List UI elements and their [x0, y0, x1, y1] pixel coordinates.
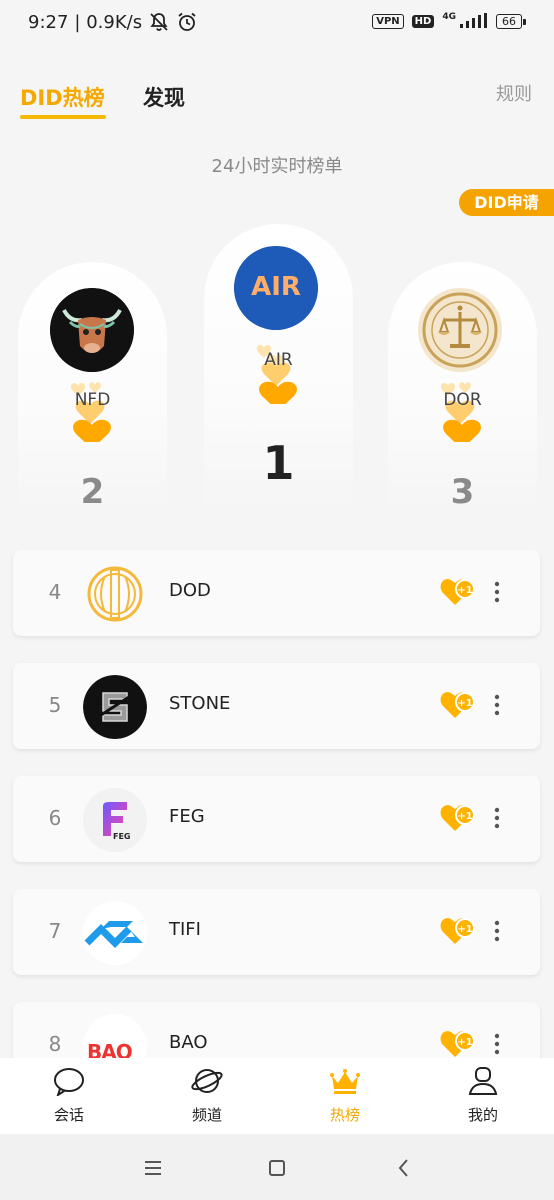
tab-discover[interactable]: 发现: [143, 82, 185, 112]
nav-label: 会话: [53, 1106, 84, 1124]
battery-indicator: 66: [496, 13, 526, 29]
did-apply-button[interactable]: DID申请: [459, 189, 554, 216]
list-name: TIFI: [169, 919, 201, 940]
nav-me[interactable]: 我的: [414, 1058, 552, 1134]
list-name: STONE: [169, 693, 231, 714]
status-time: 9:27: [28, 11, 69, 33]
more-options-icon[interactable]: [491, 806, 503, 830]
podium-third[interactable]: DOR 3: [388, 262, 537, 512]
svg-text:+1: +1: [457, 698, 472, 709]
bull-logo-icon: [50, 288, 134, 372]
logo-feg: FEG: [83, 788, 147, 852]
ranking-subtitle: 24小时实时榜单: [211, 156, 343, 177]
crown-icon: [330, 1069, 360, 1094]
more-options-icon[interactable]: [491, 580, 503, 604]
podium-name: AIR: [264, 350, 293, 370]
feg-logo-text: FEG: [113, 832, 131, 841]
bottom-nav: 会话 频道 热榜 我的: [0, 1058, 554, 1134]
like-plus-one-icon[interactable]: +1: [439, 687, 479, 723]
podium-second[interactable]: NFD 2: [18, 262, 167, 512]
scales-emblem-icon: [418, 288, 502, 372]
like-plus-one-icon[interactable]: +1: [439, 1026, 479, 1062]
signal-type: 4G: [442, 12, 456, 22]
feg-f-logo-icon: [83, 788, 147, 852]
coin-logo-icon: [87, 566, 143, 622]
avatar-air: AIR: [234, 246, 318, 330]
nav-label: 频道: [191, 1106, 222, 1124]
list-item-feg[interactable]: 6 FEG FEG +1: [13, 776, 540, 862]
svg-text:+1: +1: [457, 1037, 472, 1048]
like-plus-one-icon[interactable]: +1: [439, 913, 479, 949]
list-rank: 6: [48, 806, 62, 830]
signal-bars-icon: [460, 13, 487, 28]
avatar-nfd: [50, 288, 134, 372]
system-nav-bar: [0, 1134, 554, 1200]
list-item-tifi[interactable]: 7 TIFI +1: [13, 889, 540, 975]
svg-text:+1: +1: [457, 924, 472, 935]
mute-bell-icon: [150, 13, 168, 31]
more-options-icon[interactable]: [491, 693, 503, 717]
list-name: BAO: [169, 1032, 208, 1053]
logo-tifi: [83, 901, 147, 965]
podium-name: NFD: [74, 390, 111, 410]
tifi-logo-icon: [84, 921, 143, 948]
home-icon[interactable]: [263, 1154, 291, 1182]
nav-channel[interactable]: 频道: [138, 1058, 276, 1134]
svg-text:+1: +1: [457, 585, 472, 596]
network-speed: | 0.9K/s: [74, 11, 143, 33]
list-rank: 7: [48, 919, 62, 943]
list-item-dod[interactable]: 4 DOD +1: [13, 550, 540, 636]
podium-rank: 3: [450, 472, 475, 512]
stone-s-logo-icon: [83, 675, 147, 739]
status-right: VPN HD 4G 66: [372, 12, 526, 29]
like-plus-one-icon[interactable]: +1: [439, 800, 479, 836]
alarm-clock-icon: [178, 12, 196, 31]
back-icon[interactable]: [390, 1154, 418, 1182]
avatar-dor: [418, 288, 502, 372]
more-options-icon[interactable]: [491, 1032, 503, 1056]
list-name: DOD: [169, 580, 211, 601]
planet-icon: [191, 1069, 223, 1093]
list-rank: 8: [48, 1032, 62, 1056]
menu-icon[interactable]: [139, 1154, 167, 1182]
vpn-badge: VPN: [372, 13, 404, 29]
air-logo-text: AIR: [251, 272, 301, 302]
podium-first[interactable]: AIR AIR 1: [204, 224, 353, 514]
active-tab-underline: [20, 115, 106, 119]
nav-hot[interactable]: 热榜: [276, 1058, 414, 1134]
logo-dod: [83, 562, 147, 626]
podium-rank: 2: [80, 472, 105, 512]
tab-did-hot[interactable]: DID热榜: [20, 82, 105, 112]
nav-label: 热榜: [329, 1106, 360, 1124]
nav-label: 我的: [467, 1106, 498, 1124]
list-rank: 5: [48, 693, 62, 717]
like-plus-one-icon[interactable]: +1: [439, 574, 479, 610]
rules-link[interactable]: 规则: [496, 80, 532, 106]
list-name: FEG: [169, 806, 205, 827]
svg-text:+1: +1: [457, 811, 472, 822]
list-item-stone[interactable]: 5 STONE +1: [13, 663, 540, 749]
podium-rank: 1: [262, 436, 295, 490]
chat-bubble-icon: [54, 1068, 84, 1096]
podium-name: DOR: [443, 390, 482, 410]
status-bar: 9:27 | 0.9K/s VPN HD 4G 66: [0, 0, 554, 48]
more-options-icon[interactable]: [491, 919, 503, 943]
person-icon: [468, 1067, 498, 1095]
logo-stone: [83, 675, 147, 739]
list-rank: 4: [48, 580, 62, 604]
hd-badge: HD: [411, 14, 435, 28]
nav-chat[interactable]: 会话: [0, 1058, 138, 1134]
status-left: 9:27 | 0.9K/s: [28, 11, 198, 33]
